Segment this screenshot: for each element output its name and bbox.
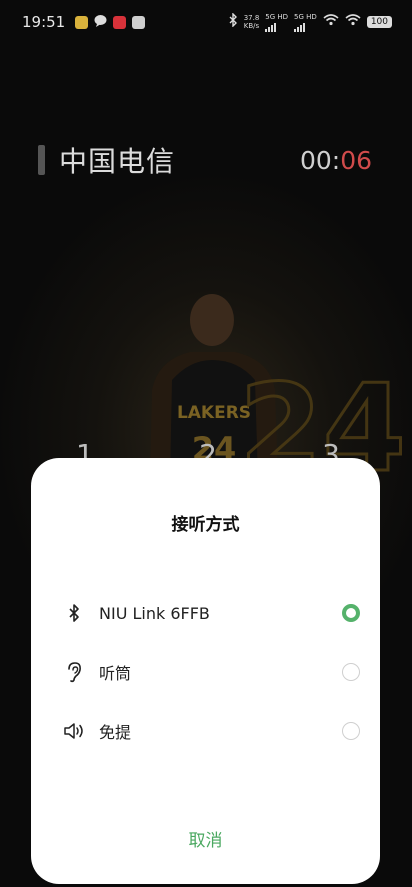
carrier-accent-bar (38, 145, 45, 175)
option-label: 听筒 (99, 664, 132, 683)
bluetooth-status-icon (228, 12, 238, 31)
dialog-title: 接听方式 (171, 515, 240, 535)
radio-unselected[interactable] (342, 663, 360, 681)
option-label: 免提 (99, 723, 132, 742)
status-time: 19:51 (22, 13, 66, 31)
audio-route-dialog: 接听方式 NIU Link 6FFB 听筒 免提 取消 (31, 458, 380, 884)
option-label: NIU Link 6FFB (99, 603, 210, 623)
radio-selected[interactable] (342, 604, 360, 622)
option-earpiece[interactable]: 听筒 (31, 650, 380, 694)
net-speed: 37.8 KB/s (243, 14, 260, 30)
cancel-button[interactable]: 取消 (31, 826, 380, 851)
video-app-icon (113, 15, 127, 29)
app-notification-icon (75, 15, 89, 29)
carrier-name: 中国电信 (59, 145, 176, 178)
call-header: 中国电信 00:06 (38, 140, 372, 180)
status-bar: 19:51 37.8 KB/s 5G HD 5G HD 100 (0, 0, 412, 44)
option-bluetooth[interactable]: NIU Link 6FFB (31, 591, 380, 635)
battery-indicator: 100 (366, 16, 392, 28)
data-wifi-icon (323, 14, 339, 30)
sim2-signal: 5G HD (294, 13, 317, 32)
radio-unselected[interactable] (342, 722, 360, 740)
ear-icon (63, 661, 85, 683)
camera-app-icon (132, 15, 146, 29)
sim1-signal: 5G HD (265, 13, 288, 32)
option-speaker[interactable]: 免提 (31, 709, 380, 753)
speaker-icon (63, 720, 85, 742)
chat-notification-icon (94, 14, 107, 31)
wifi-icon (345, 14, 361, 30)
bluetooth-icon (63, 602, 85, 624)
call-timer: 00:06 (299, 145, 372, 175)
